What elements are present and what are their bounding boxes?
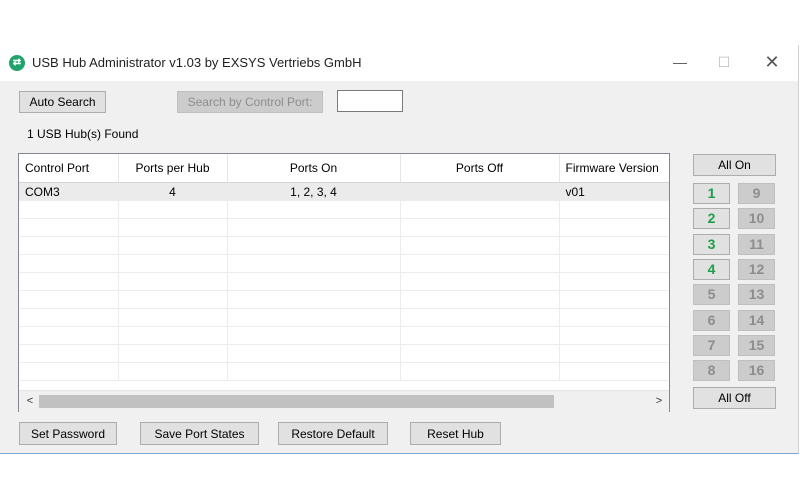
empty-row xyxy=(19,326,669,345)
set-password-button[interactable]: Set Password xyxy=(19,422,117,445)
all-on-button[interactable]: All On xyxy=(693,154,776,176)
minimize-button[interactable]: — xyxy=(660,51,700,73)
hub-list-grid: Control Port Ports per Hub Ports On Port… xyxy=(18,153,670,412)
empty-row xyxy=(19,236,669,255)
port-10-button[interactable]: 10 xyxy=(738,208,775,229)
column-header-ports-per-hub[interactable]: Ports per Hub xyxy=(118,154,228,183)
horizontal-scrollbar[interactable]: < > xyxy=(19,390,669,412)
port-12-button[interactable]: 12 xyxy=(738,259,775,280)
port-7-button[interactable]: 7 xyxy=(693,335,730,356)
port-15-button[interactable]: 15 xyxy=(738,335,775,356)
port-9-button[interactable]: 9 xyxy=(738,183,775,204)
usb-app-icon: ⇄ xyxy=(9,55,25,71)
port-6-button[interactable]: 6 xyxy=(693,310,730,331)
port-4-button[interactable]: 4 xyxy=(693,259,730,280)
search-by-control-port-button[interactable]: Search by Control Port: xyxy=(177,91,323,113)
grid-header-row: Control Port Ports per Hub Ports On Port… xyxy=(19,154,669,183)
port-5-button[interactable]: 5 xyxy=(693,284,730,305)
empty-row xyxy=(19,344,669,363)
port-13-button[interactable]: 13 xyxy=(738,284,775,305)
cell-ports-per-hub: 4 xyxy=(118,182,228,201)
all-off-button[interactable]: All Off xyxy=(693,387,776,409)
close-button[interactable]: ✕ xyxy=(752,51,792,73)
cell-ports-on: 1, 2, 3, 4 xyxy=(227,182,401,201)
cell-firmware-version: v01 xyxy=(559,182,669,201)
scrollbar-thumb[interactable] xyxy=(39,395,554,408)
column-header-ports-on[interactable]: Ports On xyxy=(227,154,401,183)
column-header-ports-off[interactable]: Ports Off xyxy=(400,154,560,183)
port-3-button[interactable]: 3 xyxy=(693,234,730,255)
hubs-found-status: 1 USB Hub(s) Found xyxy=(27,127,139,141)
maximize-button[interactable]: ☐ xyxy=(704,51,744,73)
reset-hub-button[interactable]: Reset Hub xyxy=(410,422,501,445)
title-bar: ⇄ USB Hub Administrator v1.03 by EXSYS V… xyxy=(0,45,798,81)
port-11-button[interactable]: 11 xyxy=(738,234,775,255)
port-8-button[interactable]: 8 xyxy=(693,360,730,381)
scroll-left-icon[interactable]: < xyxy=(22,393,38,409)
empty-row xyxy=(19,308,669,327)
empty-row xyxy=(19,362,669,381)
column-header-firmware-version[interactable]: Firmware Version xyxy=(559,154,669,183)
port-16-button[interactable]: 16 xyxy=(738,360,775,381)
empty-row xyxy=(19,218,669,237)
column-header-control-port[interactable]: Control Port xyxy=(19,154,119,183)
auto-search-button[interactable]: Auto Search xyxy=(19,91,106,113)
app-window: ⇄ USB Hub Administrator v1.03 by EXSYS V… xyxy=(0,45,799,454)
scroll-right-icon[interactable]: > xyxy=(651,393,667,409)
restore-default-button[interactable]: Restore Default xyxy=(278,422,388,445)
empty-row xyxy=(19,290,669,309)
control-port-input[interactable] xyxy=(337,90,403,112)
port-14-button[interactable]: 14 xyxy=(738,310,775,331)
cell-control-port: COM3 xyxy=(19,182,119,201)
window-title: USB Hub Administrator v1.03 by EXSYS Ver… xyxy=(32,55,362,70)
table-row[interactable]: COM3 4 1, 2, 3, 4 v01 xyxy=(19,182,669,201)
save-port-states-button[interactable]: Save Port States xyxy=(140,422,259,445)
cell-ports-off xyxy=(400,182,560,201)
empty-row xyxy=(19,200,669,219)
port-2-button[interactable]: 2 xyxy=(693,208,730,229)
port-1-button[interactable]: 1 xyxy=(693,183,730,204)
empty-row xyxy=(19,272,669,291)
empty-row xyxy=(19,254,669,273)
